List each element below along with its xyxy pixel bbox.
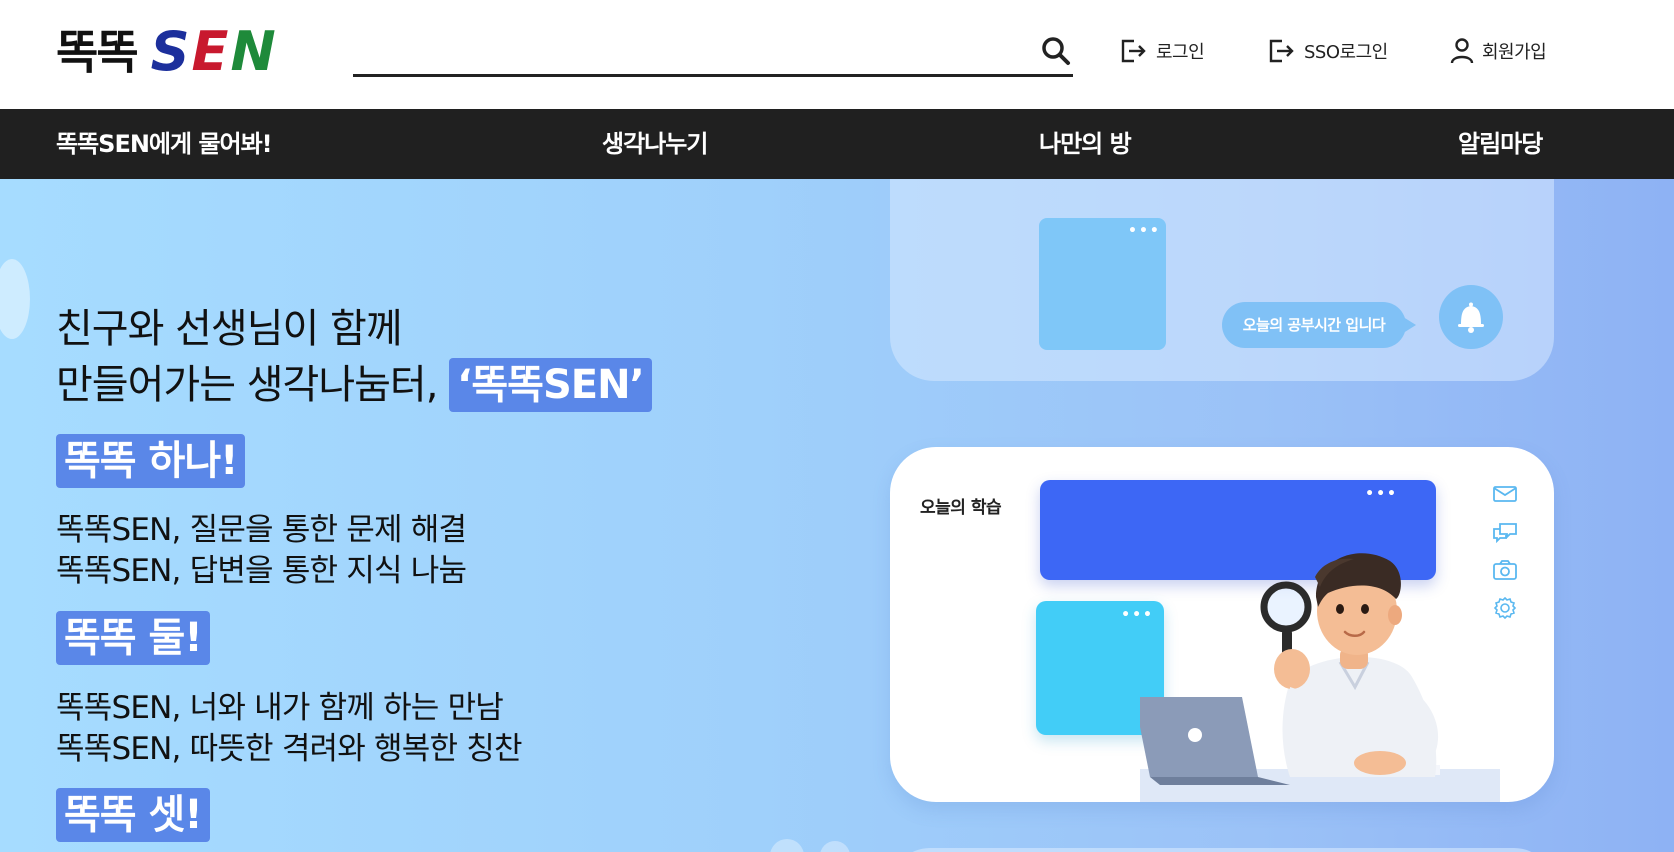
site-logo[interactable]: 똑똑 S E N xyxy=(56,25,276,79)
logo-letter-e: E xyxy=(191,20,229,83)
section-one-line-1: 똑똑SEN, 질문을 통한 문제 해결 xyxy=(56,512,467,548)
more-dots-icon: ••• xyxy=(1128,223,1161,239)
sso-login-link[interactable]: SSO로그인 xyxy=(1268,36,1388,66)
search-icon xyxy=(1042,37,1070,65)
headline-line-2: 만들어가는 생각나눔터, ‘똑똑SEN’ xyxy=(56,357,652,413)
bubble-decoration xyxy=(770,839,804,852)
logo-letter-n: N xyxy=(230,20,276,83)
section-one-line-2: 똑똑SEN, 답변을 통한 지식 나눔 xyxy=(56,553,467,589)
logo-letter-s: S xyxy=(150,20,190,83)
signup-link[interactable]: 회원가입 xyxy=(1450,36,1547,66)
mail-icon xyxy=(1493,486,1517,502)
quote-decoration xyxy=(0,259,30,339)
logo-sen-mark: S E N xyxy=(151,25,276,79)
sso-login-label: SSO로그인 xyxy=(1304,42,1388,63)
illustration-top-card xyxy=(890,179,1554,381)
login-icon xyxy=(1121,39,1146,63)
login-label: 로그인 xyxy=(1156,42,1205,63)
bubble-tail xyxy=(1400,315,1416,335)
headline-line-2-text: 만들어가는 생각나눔터, xyxy=(56,362,438,408)
login-icon xyxy=(1269,39,1294,63)
hero-banner: 친구와 선생님이 함께 만들어가는 생각나눔터, ‘똑똑SEN’ 똑똑 하나! … xyxy=(0,179,1674,852)
login-link[interactable]: 로그인 xyxy=(1120,36,1205,66)
more-dots-icon: ••• xyxy=(1365,486,1398,502)
illustration-main-card: 오늘의 학습 ••• ••• xyxy=(890,447,1554,802)
nav-item-my-room[interactable]: 나만의 방 xyxy=(1039,109,1132,179)
user-icon xyxy=(1450,38,1474,64)
headline-highlight: ‘똑똑SEN’ xyxy=(449,358,652,412)
main-nav: 똑똑SEN에게 물어봐! 생각나누기 나만의 방 알림마당 xyxy=(0,109,1674,179)
section-two-line-2: 똑똑SEN, 따뜻한 격려와 행복한 칭찬 xyxy=(56,731,522,767)
bubble-decoration xyxy=(820,841,850,852)
notification-bubble: 오늘의 공부시간 입니다 xyxy=(1222,302,1406,348)
hero-headline: 친구와 선생님이 함께 만들어가는 생각나눔터, ‘똑똑SEN’ xyxy=(56,301,652,413)
nav-item-ask-sen[interactable]: 똑똑SEN에게 물어봐! xyxy=(56,109,273,179)
illustration-bottom-card xyxy=(890,848,1554,852)
student-illustration xyxy=(1140,553,1500,802)
search-button[interactable] xyxy=(1039,34,1073,68)
site-header: 똑똑 S E N 로그인 SSO로그인 회원가입 xyxy=(0,0,1674,109)
nav-item-notices[interactable]: 알림마당 xyxy=(1458,109,1543,179)
section-title-one: 똑똑 하나! xyxy=(56,434,246,488)
logo-text: 똑똑 xyxy=(56,25,139,79)
nav-item-share-ideas[interactable]: 생각나누기 xyxy=(602,109,708,179)
bell-button xyxy=(1439,285,1503,349)
search-bar xyxy=(353,28,1073,77)
signup-label: 회원가입 xyxy=(1482,42,1547,63)
bell-icon xyxy=(1458,302,1484,333)
today-learning-label: 오늘의 학습 xyxy=(920,498,1002,518)
section-title-two: 똑똑 둘! xyxy=(56,611,210,665)
headline-line-1: 친구와 선생님이 함께 xyxy=(56,306,403,352)
section-title-three: 똑똑 셋! xyxy=(56,788,210,842)
search-input[interactable] xyxy=(353,32,1013,70)
section-two-line-1: 똑똑SEN, 너와 내가 함께 하는 만남 xyxy=(56,690,504,726)
